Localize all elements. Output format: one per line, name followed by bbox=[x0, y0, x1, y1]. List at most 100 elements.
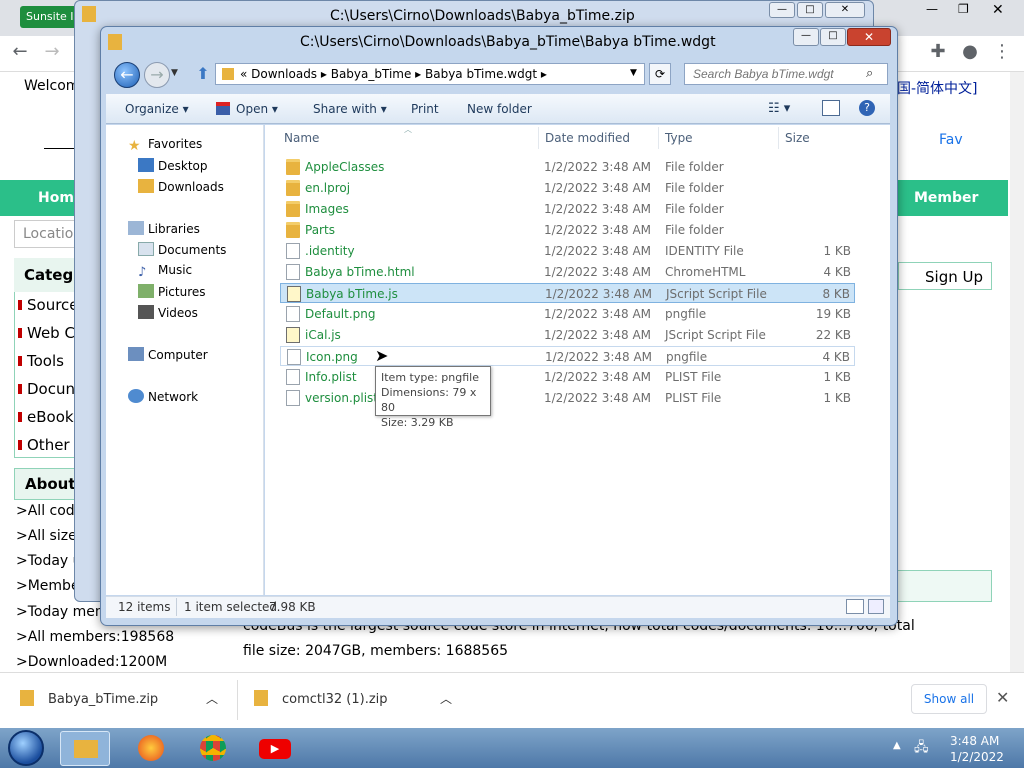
sort-up-icon: ︿ bbox=[404, 125, 412, 134]
maximize-icon[interactable]: ❐ bbox=[958, 2, 969, 16]
file-name: Babya bTime.html bbox=[305, 265, 415, 279]
large-icons-view-icon[interactable] bbox=[868, 599, 884, 614]
close-icon[interactable]: ✕ bbox=[825, 2, 865, 18]
more-menu-icon[interactable]: ⋮ bbox=[990, 40, 1014, 64]
nav-favorites[interactable]: ★ Favorites bbox=[128, 137, 203, 154]
back-arrow-icon[interactable]: ← bbox=[114, 62, 140, 88]
download-item[interactable]: Babya_bTime.zip ︿ bbox=[20, 684, 230, 714]
downloads-folder-icon bbox=[138, 179, 154, 193]
clock-time[interactable]: 3:48 AM bbox=[950, 734, 999, 748]
firefox-taskbar-button[interactable] bbox=[126, 731, 176, 766]
category-link[interactable]: Tools bbox=[18, 352, 64, 370]
print-button[interactable]: Print bbox=[411, 102, 439, 116]
nav-network[interactable]: Network bbox=[128, 389, 198, 404]
details-view-icon[interactable] bbox=[846, 599, 864, 614]
file-row[interactable]: Parts 1/2/2022 3:48 AM File folder bbox=[280, 220, 855, 240]
nav-music[interactable]: ♪ Music bbox=[138, 263, 192, 280]
preview-pane-icon[interactable] bbox=[822, 100, 840, 116]
view-options-icon[interactable]: ☷ ▾ bbox=[768, 101, 790, 116]
tray-expand-icon[interactable]: ▲ bbox=[893, 740, 901, 751]
nav-pictures[interactable]: Pictures bbox=[138, 284, 206, 299]
chevron-down-icon[interactable]: ▼ bbox=[171, 68, 178, 78]
category-link[interactable]: Source bbox=[18, 296, 79, 314]
chevron-up-icon[interactable]: ︿ bbox=[206, 690, 218, 707]
nav-libraries[interactable]: Libraries bbox=[128, 221, 200, 236]
file-row[interactable]: iCal.js 1/2/2022 3:48 AM JScript Script Fi… bbox=[280, 325, 855, 345]
minimize-icon[interactable]: — bbox=[793, 28, 819, 46]
file-row[interactable]: .identity 1/2/2022 3:48 AM IDENTITY File 1 … bbox=[280, 241, 855, 261]
up-arrow-icon[interactable]: ⬆ bbox=[193, 64, 213, 84]
address-bar[interactable]: « Downloads ▸ Babya_bTime ▸ Babya bTime.… bbox=[215, 63, 645, 85]
file-row[interactable]: AppleClasses 1/2/2022 3:48 AM File folder bbox=[280, 157, 855, 177]
file-row[interactable]: Info.plist 1/2/2022 3:48 AM PLIST File 1 KB bbox=[280, 367, 855, 387]
chevron-down-icon[interactable]: ▼ bbox=[630, 68, 637, 78]
explorer-taskbar-button[interactable] bbox=[60, 731, 110, 766]
signup-link[interactable]: Sign Up bbox=[898, 262, 992, 290]
chrome-taskbar-button[interactable] bbox=[188, 731, 238, 766]
nav-documents[interactable]: Documents bbox=[138, 242, 226, 257]
open-app-icon bbox=[216, 102, 230, 115]
column-header-date[interactable]: Date modified bbox=[545, 131, 630, 145]
close-icon[interactable]: ✕ bbox=[996, 688, 1009, 707]
file-date: 1/2/2022 3:48 AM bbox=[544, 160, 652, 174]
about-line: >Membe bbox=[16, 578, 80, 594]
nav-computer[interactable]: Computer bbox=[128, 347, 208, 362]
open-button[interactable]: Open ▾ bbox=[236, 102, 278, 116]
nav-member-link[interactable]: Member bbox=[914, 190, 978, 206]
nav-home-link[interactable]: Hom bbox=[38, 190, 74, 206]
search-input[interactable] bbox=[684, 63, 888, 85]
minimize-icon[interactable]: — bbox=[769, 2, 795, 18]
forward-arrow-icon[interactable]: → bbox=[144, 62, 170, 88]
browser-tab[interactable]: Sunsite I bbox=[20, 6, 80, 28]
category-link[interactable]: eBook bbox=[18, 408, 74, 426]
new-folder-button[interactable]: New folder bbox=[467, 102, 532, 116]
search-icon[interactable]: ⌕ bbox=[866, 66, 873, 81]
file-row[interactable]: en.lproj 1/2/2022 3:48 AM File folder bbox=[280, 178, 855, 198]
file-row[interactable]: Icon.png 1/2/2022 3:48 AM pngfile 4 KB bbox=[280, 346, 855, 366]
divider bbox=[44, 148, 74, 149]
extensions-icon[interactable]: ✚ bbox=[926, 40, 950, 64]
category-link[interactable]: Docun bbox=[18, 380, 75, 398]
close-icon[interactable]: ✕ bbox=[992, 2, 1004, 18]
column-header-type[interactable]: Type bbox=[665, 131, 693, 145]
file-date: 1/2/2022 3:48 AM bbox=[544, 307, 652, 321]
help-icon[interactable]: ? bbox=[859, 100, 875, 116]
network-tray-icon[interactable]: 🖧 bbox=[914, 738, 929, 760]
youtube-taskbar-button[interactable]: ▶ bbox=[250, 731, 300, 766]
file-row[interactable]: version.plist 1/2/2022 3:48 AM PLIST File 1… bbox=[280, 388, 855, 408]
address-path[interactable]: « Downloads ▸ Babya_bTime ▸ Babya bTime.… bbox=[240, 67, 547, 81]
minimize-icon[interactable]: — bbox=[926, 2, 938, 16]
file-row[interactable]: Babya bTime.js 1/2/2022 3:48 AM JScript Sc… bbox=[280, 283, 855, 303]
nav-downloads[interactable]: Downloads bbox=[138, 179, 224, 194]
share-with-button[interactable]: Share with ▾ bbox=[313, 102, 387, 116]
profile-icon[interactable]: ● bbox=[958, 40, 982, 64]
chevron-up-icon[interactable]: ︿ bbox=[440, 690, 452, 707]
nav-desktop[interactable]: Desktop bbox=[138, 158, 208, 173]
favorites-link[interactable]: Fav bbox=[939, 132, 963, 148]
nav-videos[interactable]: Videos bbox=[138, 305, 198, 320]
maximize-icon[interactable]: □ bbox=[820, 28, 846, 46]
maximize-icon[interactable]: □ bbox=[797, 2, 823, 18]
start-button[interactable] bbox=[8, 730, 44, 766]
column-header-size[interactable]: Size bbox=[785, 131, 810, 145]
close-icon[interactable]: ✕ bbox=[847, 28, 891, 46]
page-scrollbar[interactable] bbox=[1010, 72, 1024, 672]
file-date: 1/2/2022 3:48 AM bbox=[544, 223, 652, 237]
nav-label: Favorites bbox=[148, 137, 203, 151]
back-arrow-icon[interactable]: ← bbox=[8, 40, 32, 64]
star-icon: ★ bbox=[128, 138, 141, 154]
column-header-name[interactable]: Name bbox=[284, 131, 319, 145]
forward-arrow-icon[interactable]: → bbox=[40, 40, 64, 64]
file-row[interactable]: Babya bTime.html 1/2/2022 3:48 AM ChromeHT… bbox=[280, 262, 855, 282]
organize-button[interactable]: Organize ▾ bbox=[125, 102, 189, 116]
file-row[interactable]: Images 1/2/2022 3:48 AM File folder bbox=[280, 199, 855, 219]
language-link[interactable]: 国-简体中文] bbox=[897, 78, 978, 98]
category-link[interactable]: Other bbox=[18, 436, 70, 454]
category-link[interactable]: Web C bbox=[18, 324, 75, 342]
folder-icon bbox=[286, 201, 300, 217]
file-row[interactable]: Default.png 1/2/2022 3:48 AM pngfile 19 KB bbox=[280, 304, 855, 324]
show-all-button[interactable]: Show all bbox=[911, 684, 987, 714]
refresh-icon[interactable]: ⟳ bbox=[649, 63, 671, 85]
clock-date[interactable]: 1/2/2022 bbox=[950, 750, 1004, 764]
download-item[interactable]: comctl32 (1).zip ︿ bbox=[254, 684, 464, 714]
